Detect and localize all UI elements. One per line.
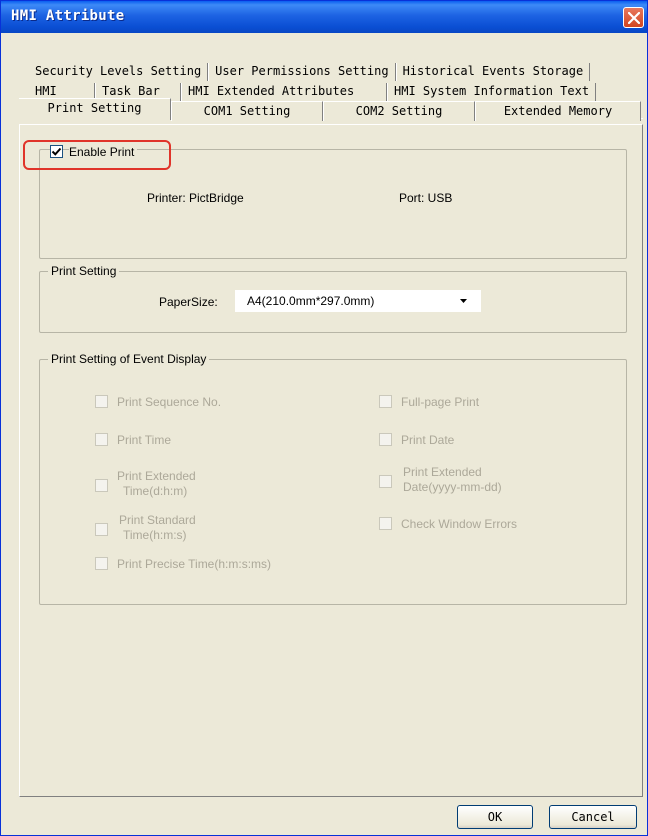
paper-size-value: A4(210.0mm*297.0mm) xyxy=(247,294,375,308)
print-standard-time-checkbox[interactable] xyxy=(95,523,108,536)
tab-hmi-system-information[interactable]: HMI System Information Text xyxy=(387,83,597,101)
enable-print-checkbox[interactable] xyxy=(50,145,63,158)
print-date-checkbox[interactable] xyxy=(379,433,392,446)
print-extended-time-checkbox[interactable] xyxy=(95,479,108,492)
tab-com1-setting[interactable]: COM1 Setting xyxy=(171,101,323,121)
print-extended-date-checkbox[interactable] xyxy=(379,475,392,488)
full-page-print-label: Full-page Print xyxy=(401,395,480,409)
cancel-button[interactable]: Cancel xyxy=(549,805,637,829)
print-extended-date-label-1: Print Extended xyxy=(403,465,482,479)
print-time-checkbox[interactable] xyxy=(95,433,108,446)
chevron-down-icon xyxy=(460,299,467,303)
enable-print-label[interactable]: Enable Print xyxy=(69,145,138,159)
ok-button[interactable]: OK xyxy=(457,805,533,829)
print-standard-time-label-1: Print Standard xyxy=(119,513,196,527)
paper-size-select[interactable]: A4(210.0mm*297.0mm) xyxy=(235,290,481,312)
close-icon xyxy=(628,12,640,24)
print-time-label: Print Time xyxy=(117,433,172,447)
tab-print-setting[interactable]: Print Setting xyxy=(19,98,171,120)
paper-size-label: PaperSize: xyxy=(159,295,218,309)
tab-row-1: Security Levels Setting User Permissions … xyxy=(29,63,591,81)
printer-label: Printer: PictBridge xyxy=(147,191,244,205)
tab-user-permissions[interactable]: User Permissions Setting xyxy=(208,63,396,81)
print-precise-time-checkbox[interactable] xyxy=(95,557,108,570)
checkmark-icon xyxy=(51,147,62,156)
tab-com2-setting[interactable]: COM2 Setting xyxy=(323,101,475,121)
print-setting-group-title: Print Setting xyxy=(48,264,120,278)
tab-hmi-extended-attributes[interactable]: HMI Extended Attributes xyxy=(181,83,387,101)
print-sequence-checkbox[interactable] xyxy=(95,395,108,408)
tab-extended-memory[interactable]: Extended Memory xyxy=(475,101,641,121)
tab-row-3: Print Setting COM1 Setting COM2 Setting Ext… xyxy=(19,98,643,121)
check-window-errors-label: Check Window Errors xyxy=(401,517,518,531)
dialog-window: HMI Attribute Security Levels Setting Use… xyxy=(0,0,648,836)
close-button[interactable] xyxy=(623,7,644,28)
tab-security-levels[interactable]: Security Levels Setting xyxy=(29,63,209,81)
window-title: HMI Attribute xyxy=(11,8,125,24)
print-extended-date-label-2: Date(yyyy-mm-dd) xyxy=(403,480,502,494)
print-date-label: Print Date xyxy=(401,433,455,447)
port-label: Port: USB xyxy=(399,191,453,205)
print-precise-time-label: Print Precise Time(h:m:s:ms) xyxy=(117,557,272,571)
print-standard-time-label-2: Time(h:m:s) xyxy=(123,528,187,542)
tab-historical-events[interactable]: Historical Events Storage xyxy=(395,63,591,81)
event-display-group-title: Print Setting of Event Display xyxy=(48,352,210,366)
print-sequence-label: Print Sequence No. xyxy=(117,395,222,409)
title-bar[interactable]: HMI Attribute xyxy=(1,1,647,33)
full-page-print-checkbox[interactable] xyxy=(379,395,392,408)
check-window-errors-checkbox[interactable] xyxy=(379,517,392,530)
print-extended-time-label-2: Time(d:h:m) xyxy=(123,484,188,498)
print-extended-time-label-1: Print Extended xyxy=(117,469,196,483)
